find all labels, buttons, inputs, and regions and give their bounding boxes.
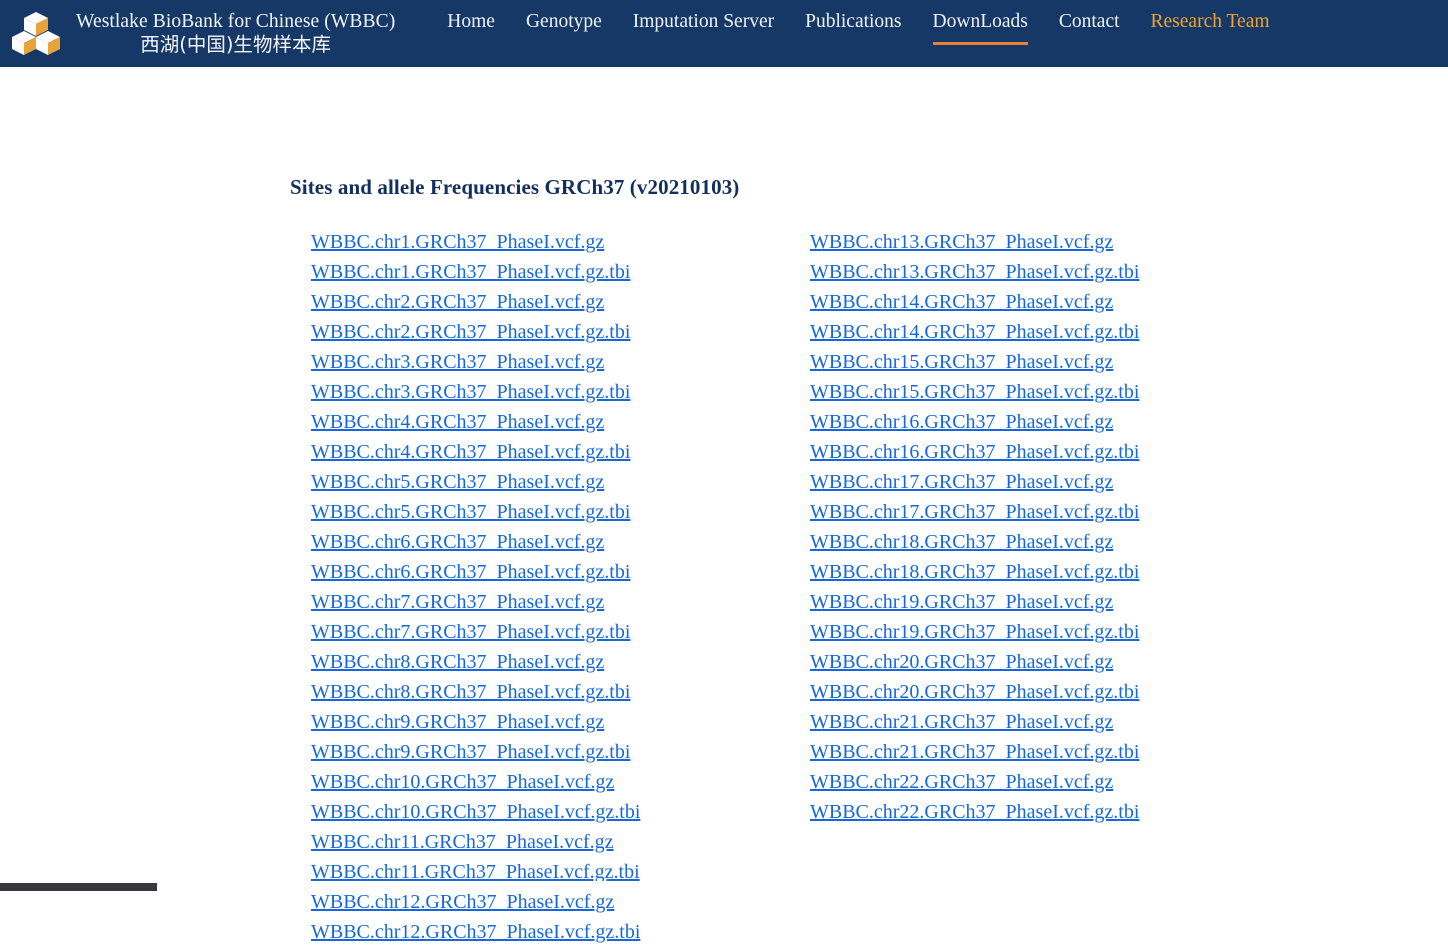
download-link[interactable]: WBBC.chr20.GRCh37_PhaseI.vcf.gz bbox=[810, 647, 1139, 677]
download-link[interactable]: WBBC.chr19.GRCh37_PhaseI.vcf.gz.tbi bbox=[810, 617, 1139, 647]
download-link[interactable]: WBBC.chr11.GRCh37_PhaseI.vcf.gz bbox=[311, 827, 640, 857]
download-link[interactable]: WBBC.chr16.GRCh37_PhaseI.vcf.gz bbox=[810, 407, 1139, 437]
download-link[interactable]: WBBC.chr20.GRCh37_PhaseI.vcf.gz.tbi bbox=[810, 677, 1139, 707]
download-link[interactable]: WBBC.chr1.GRCh37_PhaseI.vcf.gz.tbi bbox=[311, 257, 640, 287]
download-link[interactable]: WBBC.chr13.GRCh37_PhaseI.vcf.gz bbox=[810, 227, 1139, 257]
download-link[interactable]: WBBC.chr17.GRCh37_PhaseI.vcf.gz bbox=[810, 467, 1139, 497]
download-link[interactable]: WBBC.chr7.GRCh37_PhaseI.vcf.gz bbox=[311, 587, 640, 617]
brand[interactable]: Westlake BioBank for Chinese (WBBC) 西湖(中… bbox=[0, 9, 395, 59]
download-link[interactable]: WBBC.chr21.GRCh37_PhaseI.vcf.gz.tbi bbox=[810, 737, 1139, 767]
main-nav: Home Genotype Imputation Server Publicat… bbox=[447, 0, 1270, 67]
download-link[interactable]: WBBC.chr8.GRCh37_PhaseI.vcf.gz bbox=[311, 647, 640, 677]
nav-item-downloads[interactable]: DownLoads bbox=[932, 11, 1028, 45]
download-link[interactable]: WBBC.chr18.GRCh37_PhaseI.vcf.gz bbox=[810, 527, 1139, 557]
download-link[interactable]: WBBC.chr6.GRCh37_PhaseI.vcf.gz bbox=[311, 527, 640, 557]
nav-item-publications[interactable]: Publications bbox=[805, 11, 901, 42]
download-link[interactable]: WBBC.chr10.GRCh37_PhaseI.vcf.gz bbox=[311, 767, 640, 797]
nav-item-home[interactable]: Home bbox=[447, 11, 495, 42]
download-link[interactable]: WBBC.chr10.GRCh37_PhaseI.vcf.gz.tbi bbox=[311, 797, 640, 827]
download-link[interactable]: WBBC.chr14.GRCh37_PhaseI.vcf.gz.tbi bbox=[810, 317, 1139, 347]
download-link[interactable]: WBBC.chr3.GRCh37_PhaseI.vcf.gz bbox=[311, 347, 640, 377]
download-link[interactable]: WBBC.chr2.GRCh37_PhaseI.vcf.gz.tbi bbox=[311, 317, 640, 347]
download-link[interactable]: WBBC.chr22.GRCh37_PhaseI.vcf.gz.tbi bbox=[810, 797, 1139, 827]
three-cubes-logo-icon bbox=[10, 9, 62, 59]
download-link[interactable]: WBBC.chr5.GRCh37_PhaseI.vcf.gz bbox=[311, 467, 640, 497]
download-link[interactable]: WBBC.chr4.GRCh37_PhaseI.vcf.gz.tbi bbox=[311, 437, 640, 467]
horizontal-scrollbar[interactable] bbox=[0, 881, 1448, 891]
download-link[interactable]: WBBC.chr5.GRCh37_PhaseI.vcf.gz.tbi bbox=[311, 497, 640, 527]
download-link[interactable]: WBBC.chr15.GRCh37_PhaseI.vcf.gz.tbi bbox=[810, 377, 1139, 407]
brand-title-en: Westlake BioBank for Chinese (WBBC) bbox=[76, 11, 396, 33]
download-link[interactable]: WBBC.chr12.GRCh37_PhaseI.vcf.gz.tbi bbox=[311, 917, 640, 947]
nav-item-contact[interactable]: Contact bbox=[1059, 11, 1120, 42]
download-link[interactable]: WBBC.chr9.GRCh37_PhaseI.vcf.gz.tbi bbox=[311, 737, 640, 767]
horizontal-scrollbar-thumb[interactable] bbox=[0, 883, 157, 891]
download-link[interactable]: WBBC.chr1.GRCh37_PhaseI.vcf.gz bbox=[311, 227, 640, 257]
download-link[interactable]: WBBC.chr13.GRCh37_PhaseI.vcf.gz.tbi bbox=[810, 257, 1139, 287]
download-link[interactable]: WBBC.chr3.GRCh37_PhaseI.vcf.gz.tbi bbox=[311, 377, 640, 407]
download-link[interactable]: WBBC.chr17.GRCh37_PhaseI.vcf.gz.tbi bbox=[810, 497, 1139, 527]
nav-item-genotype[interactable]: Genotype bbox=[526, 11, 602, 42]
download-link[interactable]: WBBC.chr7.GRCh37_PhaseI.vcf.gz.tbi bbox=[311, 617, 640, 647]
download-link[interactable]: WBBC.chr18.GRCh37_PhaseI.vcf.gz.tbi bbox=[810, 557, 1139, 587]
download-link[interactable]: WBBC.chr16.GRCh37_PhaseI.vcf.gz.tbi bbox=[810, 437, 1139, 467]
brand-text: Westlake BioBank for Chinese (WBBC) 西湖(中… bbox=[76, 11, 396, 56]
download-link[interactable]: WBBC.chr12.GRCh37_PhaseI.vcf.gz bbox=[311, 887, 640, 917]
download-column-left: WBBC.chr1.GRCh37_PhaseI.vcf.gz WBBC.chr1.… bbox=[311, 227, 640, 947]
download-link[interactable]: WBBC.chr15.GRCh37_PhaseI.vcf.gz bbox=[810, 347, 1139, 377]
page-title: Sites and allele Frequencies GRCh37 (v20… bbox=[290, 175, 740, 199]
download-link[interactable]: WBBC.chr8.GRCh37_PhaseI.vcf.gz.tbi bbox=[311, 677, 640, 707]
brand-title-cn: 西湖(中国)生物样本库 bbox=[140, 32, 331, 56]
download-link[interactable]: WBBC.chr9.GRCh37_PhaseI.vcf.gz bbox=[311, 707, 640, 737]
nav-item-imputation-server[interactable]: Imputation Server bbox=[633, 11, 774, 42]
nav-item-research-team[interactable]: Research Team bbox=[1151, 11, 1270, 42]
download-link[interactable]: WBBC.chr6.GRCh37_PhaseI.vcf.gz.tbi bbox=[311, 557, 640, 587]
download-link[interactable]: WBBC.chr19.GRCh37_PhaseI.vcf.gz bbox=[810, 587, 1139, 617]
download-link[interactable]: WBBC.chr2.GRCh37_PhaseI.vcf.gz bbox=[311, 287, 640, 317]
download-link[interactable]: WBBC.chr4.GRCh37_PhaseI.vcf.gz bbox=[311, 407, 640, 437]
download-link[interactable]: WBBC.chr22.GRCh37_PhaseI.vcf.gz bbox=[810, 767, 1139, 797]
download-link[interactable]: WBBC.chr21.GRCh37_PhaseI.vcf.gz bbox=[810, 707, 1139, 737]
site-header: Westlake BioBank for Chinese (WBBC) 西湖(中… bbox=[0, 0, 1448, 67]
download-link[interactable]: WBBC.chr14.GRCh37_PhaseI.vcf.gz bbox=[810, 287, 1139, 317]
download-column-right: WBBC.chr13.GRCh37_PhaseI.vcf.gz WBBC.chr1… bbox=[810, 227, 1139, 827]
